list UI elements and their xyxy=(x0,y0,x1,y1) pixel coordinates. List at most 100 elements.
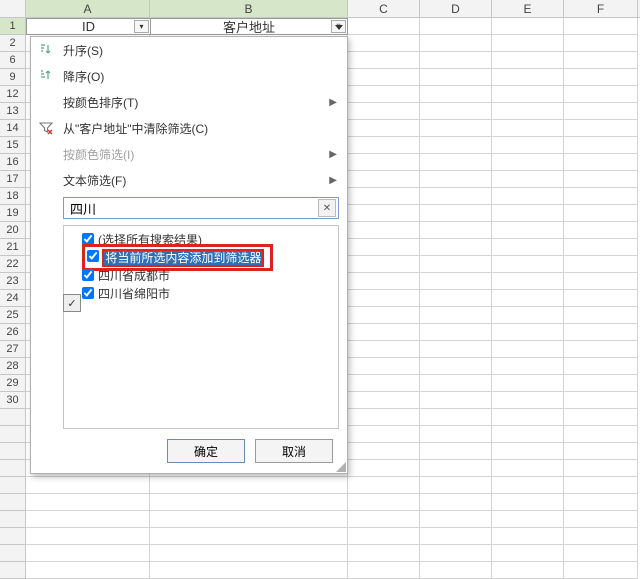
cell[interactable] xyxy=(492,222,564,239)
table-header-address[interactable]: 客户地址 ▿ xyxy=(150,18,348,35)
row-header[interactable]: 13 xyxy=(0,103,26,120)
table-header-id[interactable]: ID ▾ xyxy=(26,18,150,35)
cell[interactable] xyxy=(420,69,492,86)
cell[interactable] xyxy=(420,137,492,154)
row-header[interactable]: 15 xyxy=(0,137,26,154)
cell[interactable] xyxy=(348,375,420,392)
cell[interactable] xyxy=(348,137,420,154)
cell[interactable] xyxy=(492,307,564,324)
search-input[interactable] xyxy=(66,201,318,216)
row-header[interactable] xyxy=(0,426,26,443)
cell[interactable] xyxy=(348,324,420,341)
cell[interactable] xyxy=(492,188,564,205)
cell[interactable] xyxy=(420,358,492,375)
cell[interactable] xyxy=(492,426,564,443)
cell[interactable] xyxy=(150,545,348,562)
cell[interactable] xyxy=(420,35,492,52)
row-header[interactable]: 28 xyxy=(0,358,26,375)
row-header[interactable] xyxy=(0,460,26,477)
row-header[interactable]: 26 xyxy=(0,324,26,341)
cell[interactable] xyxy=(420,52,492,69)
row-header[interactable] xyxy=(0,477,26,494)
cell[interactable] xyxy=(348,290,420,307)
cell[interactable] xyxy=(26,528,150,545)
cell[interactable] xyxy=(348,69,420,86)
cell[interactable] xyxy=(492,375,564,392)
cell[interactable] xyxy=(348,86,420,103)
cell[interactable] xyxy=(492,324,564,341)
cell[interactable] xyxy=(564,511,638,528)
cell[interactable] xyxy=(492,290,564,307)
cell[interactable] xyxy=(564,375,638,392)
cell[interactable] xyxy=(348,511,420,528)
cell[interactable] xyxy=(420,120,492,137)
cell[interactable] xyxy=(420,443,492,460)
cell[interactable] xyxy=(150,511,348,528)
checkbox-item-1[interactable] xyxy=(82,269,94,281)
cell[interactable] xyxy=(492,358,564,375)
cell[interactable] xyxy=(564,392,638,409)
cell[interactable] xyxy=(564,528,638,545)
col-header-f[interactable]: F xyxy=(564,0,638,17)
cell[interactable] xyxy=(564,69,638,86)
cell[interactable] xyxy=(564,290,638,307)
row-header[interactable]: 17 xyxy=(0,171,26,188)
cell[interactable] xyxy=(420,171,492,188)
cell[interactable] xyxy=(564,341,638,358)
menu-clear-filter[interactable]: 从"客户地址"中清除筛选(C) xyxy=(31,115,347,141)
cell[interactable] xyxy=(420,86,492,103)
cell[interactable] xyxy=(348,35,420,52)
cell[interactable] xyxy=(492,35,564,52)
cell[interactable] xyxy=(420,409,492,426)
row-header[interactable]: 6 xyxy=(0,52,26,69)
col-header-d[interactable]: D xyxy=(420,0,492,17)
cell[interactable] xyxy=(348,443,420,460)
cell[interactable] xyxy=(492,341,564,358)
row-header[interactable]: 20 xyxy=(0,222,26,239)
cell[interactable] xyxy=(420,460,492,477)
cell[interactable] xyxy=(420,375,492,392)
cell[interactable] xyxy=(564,171,638,188)
cell[interactable] xyxy=(564,18,638,35)
row-header[interactable]: 12 xyxy=(0,86,26,103)
cell[interactable] xyxy=(564,154,638,171)
cell[interactable] xyxy=(420,256,492,273)
cell[interactable] xyxy=(348,103,420,120)
cell[interactable] xyxy=(348,562,420,579)
cell[interactable] xyxy=(348,154,420,171)
row-header[interactable]: 16 xyxy=(0,154,26,171)
cell[interactable] xyxy=(492,18,564,35)
cell[interactable] xyxy=(348,120,420,137)
result-add-to-filter[interactable]: 将当前所选内容添加到筛选器 xyxy=(70,248,338,266)
row-header[interactable]: 29 xyxy=(0,375,26,392)
cell[interactable] xyxy=(348,477,420,494)
cell[interactable] xyxy=(564,239,638,256)
cell[interactable] xyxy=(492,477,564,494)
cell[interactable] xyxy=(348,528,420,545)
cell[interactable] xyxy=(564,188,638,205)
menu-sort-asc[interactable]: 升序(S) xyxy=(31,37,347,63)
col-header-b[interactable]: B xyxy=(150,0,348,17)
col-header-a[interactable]: A xyxy=(26,0,150,17)
cell[interactable] xyxy=(348,409,420,426)
cell[interactable] xyxy=(492,545,564,562)
checkbox-add-to-filter[interactable] xyxy=(87,250,99,262)
cell[interactable] xyxy=(564,86,638,103)
cell[interactable] xyxy=(26,562,150,579)
cell[interactable] xyxy=(420,273,492,290)
row-header[interactable] xyxy=(0,494,26,511)
cell[interactable] xyxy=(564,409,638,426)
cell[interactable] xyxy=(564,137,638,154)
row-header[interactable]: 22 xyxy=(0,256,26,273)
cell[interactable] xyxy=(150,477,348,494)
select-all-check-icon[interactable]: ✓ xyxy=(63,294,81,312)
cell[interactable] xyxy=(492,205,564,222)
ok-button[interactable]: 确定 xyxy=(167,439,245,463)
cell[interactable] xyxy=(420,222,492,239)
col-header-c[interactable]: C xyxy=(348,0,420,17)
cell[interactable] xyxy=(348,273,420,290)
cell[interactable] xyxy=(420,494,492,511)
cell[interactable] xyxy=(492,409,564,426)
cell[interactable] xyxy=(564,562,638,579)
row-header[interactable] xyxy=(0,443,26,460)
